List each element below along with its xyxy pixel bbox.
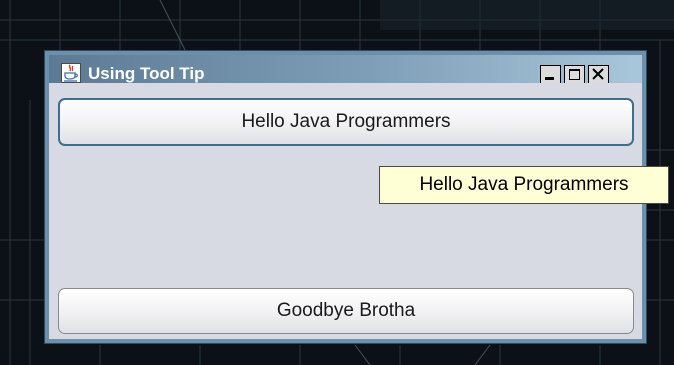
maximize-button[interactable] bbox=[564, 65, 585, 84]
hello-button[interactable]: Hello Java Programmers bbox=[58, 98, 634, 146]
close-icon bbox=[592, 68, 604, 80]
minimize-icon bbox=[545, 77, 554, 80]
minimize-button[interactable] bbox=[540, 65, 561, 84]
java-coffee-cup-icon bbox=[61, 63, 81, 83]
tooltip: Hello Java Programmers bbox=[379, 166, 669, 204]
title-bar[interactable]: Using Tool Tip bbox=[49, 55, 642, 84]
close-button[interactable] bbox=[588, 65, 609, 84]
maximize-icon bbox=[569, 69, 580, 80]
goodbye-button[interactable]: Goodbye Brotha bbox=[58, 288, 634, 334]
window-title: Using Tool Tip bbox=[88, 64, 205, 83]
